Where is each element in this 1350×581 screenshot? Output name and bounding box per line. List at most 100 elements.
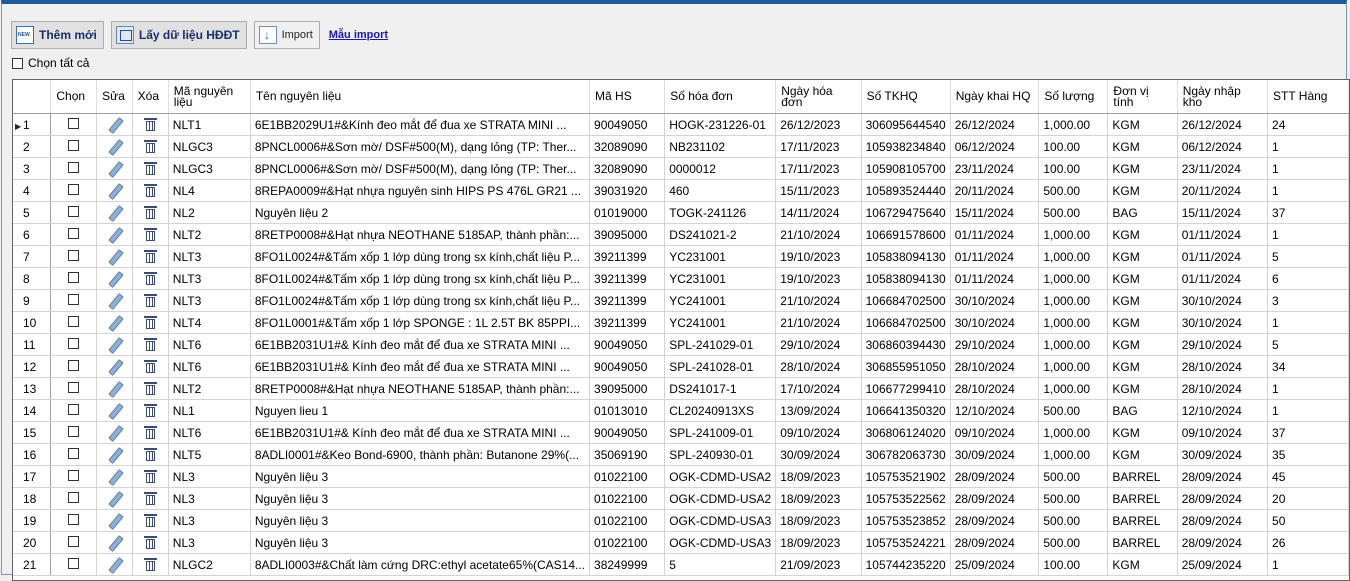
trash-icon[interactable] — [143, 227, 157, 242]
row-header[interactable]: 6 — [13, 223, 52, 246]
cell-unit[interactable]: BARREL — [1107, 531, 1178, 554]
cell-hs-code[interactable]: 01019000 — [589, 201, 666, 224]
cell-invoice-date[interactable]: 19/10/2023 — [775, 245, 862, 268]
cell-customs-declaration-number[interactable]: 105838094130 — [861, 245, 951, 268]
column-header-receipt-date[interactable]: Ngày nhập kho — [1177, 80, 1269, 114]
row-checkbox[interactable] — [68, 271, 80, 283]
table-row[interactable]: 9 NLT3 8FO1L0024#&Tấm xốp 1 lớp dùng trong… — [13, 289, 1349, 312]
pencil-icon[interactable] — [106, 513, 122, 529]
cell-material-name[interactable]: 8REPA0009#&Hạt nhựa nguyên sinh HIPS PS … — [250, 179, 591, 202]
cell-invoice-number[interactable]: YC241001 — [664, 311, 777, 334]
cell-declaration-date[interactable]: 30/09/2024 — [950, 443, 1040, 466]
cell-material-name[interactable]: 8FO1L0024#&Tấm xốp 1 lớp dùng trong sx k… — [250, 289, 591, 312]
table-row[interactable]: 13 NLT2 8RETP0008#&Hạt nhựa NEOTHANE 5185A… — [13, 377, 1349, 400]
trash-icon[interactable] — [143, 403, 157, 418]
cell-hs-code[interactable]: 39095000 — [589, 377, 666, 400]
cell-material-name[interactable]: Nguyên liệu 3 — [250, 509, 591, 532]
cell-material-name[interactable]: 8FO1L0001#&Tấm xốp 1 lớp SPONGE : 1L 2.5… — [250, 311, 591, 334]
cell-receipt-date[interactable]: 28/09/2024 — [1177, 465, 1269, 488]
cell-receipt-date[interactable]: 23/11/2024 — [1177, 157, 1269, 180]
table-row[interactable]: 11 NLT6 6E1BB2031U1#& Kính đeo mắt để đua … — [13, 333, 1349, 356]
select-cell[interactable] — [50, 553, 98, 576]
table-row[interactable]: 20 NL3 Nguyên liệu 3 01022100 OGK-CDMD-USA3 1… — [13, 531, 1349, 554]
cell-item-number[interactable]: 6 — [1267, 267, 1349, 290]
delete-cell[interactable] — [132, 201, 169, 224]
cell-customs-declaration-number[interactable]: 106641350320 — [861, 399, 951, 422]
trash-icon[interactable] — [143, 469, 157, 484]
cell-invoice-number[interactable]: OGK-CDMD-USA2 — [664, 487, 777, 510]
cell-invoice-date[interactable]: 17/11/2023 — [775, 135, 862, 158]
cell-material-code[interactable]: NLT4 — [168, 311, 251, 334]
row-header[interactable]: 17 — [13, 465, 52, 488]
cell-material-code[interactable]: NLGC2 — [168, 553, 251, 576]
cell-declaration-date[interactable]: 28/09/2024 — [950, 531, 1040, 554]
cell-invoice-date[interactable]: 18/09/2023 — [775, 487, 862, 510]
table-row[interactable]: 3 NLGC3 8PNCL0006#&Sơn mờ/ DSF#500(M), dạn… — [13, 157, 1349, 180]
cell-material-code[interactable]: NLT3 — [168, 289, 251, 312]
cell-invoice-date[interactable]: 09/10/2024 — [775, 421, 862, 444]
row-header[interactable]: 13 — [13, 377, 52, 400]
column-header-invoice-date[interactable]: Ngày hóa đơn — [775, 80, 862, 114]
row-header[interactable]: 3 — [13, 157, 52, 180]
cell-customs-declaration-number[interactable]: 106691578600 — [861, 223, 951, 246]
trash-icon[interactable] — [143, 381, 157, 396]
cell-declaration-date[interactable]: 01/11/2024 — [950, 267, 1040, 290]
cell-hs-code[interactable]: 39095000 — [589, 223, 666, 246]
row-checkbox[interactable] — [68, 425, 80, 437]
delete-cell[interactable] — [132, 553, 169, 576]
cell-hs-code[interactable]: 39211399 — [589, 267, 666, 290]
column-header-material-name[interactable]: Tên nguyên liệu — [250, 80, 591, 114]
cell-invoice-date[interactable]: 18/09/2023 — [775, 465, 862, 488]
cell-material-code[interactable]: NLT3 — [168, 267, 251, 290]
edit-cell[interactable] — [96, 157, 133, 180]
cell-hs-code[interactable]: 39211399 — [589, 311, 666, 334]
trash-icon[interactable] — [143, 117, 157, 132]
cell-hs-code[interactable]: 32089090 — [589, 135, 666, 158]
cell-invoice-number[interactable]: SPL-241009-01 — [664, 421, 777, 444]
edit-cell[interactable] — [96, 113, 133, 136]
cell-invoice-date[interactable]: 17/11/2023 — [775, 157, 862, 180]
cell-hs-code[interactable]: 39031920 — [589, 179, 666, 202]
trash-icon[interactable] — [143, 535, 157, 550]
pencil-icon[interactable] — [106, 359, 122, 375]
cell-quantity[interactable]: 100.00 — [1038, 135, 1109, 158]
table-row[interactable]: 8 NLT3 8FO1L0024#&Tấm xốp 1 lớp dùng trong… — [13, 267, 1349, 290]
cell-customs-declaration-number[interactable]: 105938234840 — [861, 135, 951, 158]
cell-customs-declaration-number[interactable]: 306855951050 — [861, 355, 951, 378]
cell-receipt-date[interactable]: 09/10/2024 — [1177, 421, 1269, 444]
cell-item-number[interactable]: 1 — [1267, 377, 1349, 400]
trash-icon[interactable] — [143, 271, 157, 286]
select-cell[interactable] — [50, 157, 98, 180]
delete-cell[interactable] — [132, 377, 169, 400]
cell-quantity[interactable]: 1,000.00 — [1038, 377, 1109, 400]
delete-cell[interactable] — [132, 267, 169, 290]
cell-invoice-number[interactable]: DS241017-1 — [664, 377, 777, 400]
edit-cell[interactable] — [96, 223, 133, 246]
cell-invoice-number[interactable]: TOGK-241126 — [664, 201, 777, 224]
cell-hs-code[interactable]: 32089090 — [589, 157, 666, 180]
cell-quantity[interactable]: 1,000.00 — [1038, 333, 1109, 356]
cell-customs-declaration-number[interactable]: 105744235220 — [861, 553, 951, 576]
row-checkbox[interactable] — [68, 535, 80, 547]
column-header-edit[interactable]: Sửa — [96, 80, 133, 114]
edit-cell[interactable] — [96, 311, 133, 334]
row-checkbox[interactable] — [68, 139, 80, 151]
trash-icon[interactable] — [143, 359, 157, 374]
cell-unit[interactable]: KGM — [1107, 245, 1178, 268]
cell-declaration-date[interactable]: 28/09/2024 — [950, 465, 1040, 488]
cell-material-code[interactable]: NL3 — [168, 487, 251, 510]
row-checkbox[interactable] — [68, 337, 80, 349]
pencil-icon[interactable] — [106, 425, 122, 441]
cell-item-number[interactable]: 50 — [1267, 509, 1349, 532]
cell-material-name[interactable]: 8FO1L0024#&Tấm xốp 1 lớp dùng trong sx k… — [250, 245, 591, 268]
column-header-item-number[interactable]: STT Hàng — [1267, 80, 1349, 114]
cell-material-name[interactable]: 8ADLI0001#&Keo Bond-6900, thành phần: Bu… — [250, 443, 591, 466]
cell-material-code[interactable]: NLT6 — [168, 355, 251, 378]
select-cell[interactable] — [50, 355, 98, 378]
select-cell[interactable] — [50, 443, 98, 466]
edit-cell[interactable] — [96, 355, 133, 378]
pencil-icon[interactable] — [106, 447, 122, 463]
table-row[interactable]: 16 NLT5 8ADLI0001#&Keo Bond-6900, thành ph… — [13, 443, 1349, 466]
cell-invoice-date[interactable]: 14/11/2024 — [775, 201, 862, 224]
column-header-hs-code[interactable]: Mã HS — [589, 80, 666, 114]
